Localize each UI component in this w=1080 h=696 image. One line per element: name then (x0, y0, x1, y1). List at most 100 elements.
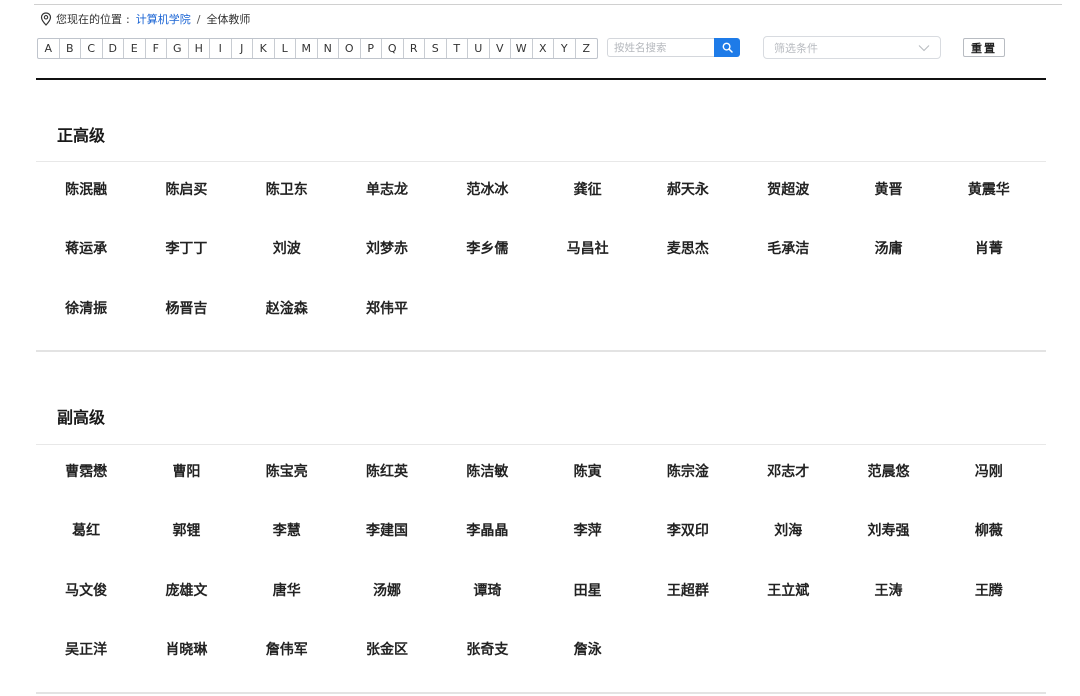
teacher-name-link[interactable]: 邓志才 (738, 441, 838, 501)
letter-filter-o[interactable]: O (339, 39, 361, 58)
teacher-name-link[interactable]: 陈寅 (537, 441, 637, 501)
breadcrumb-current: 全体教师 (206, 13, 251, 26)
teacher-name-link[interactable]: 陈宝亮 (237, 441, 337, 501)
teacher-name-link[interactable]: 范冰冰 (437, 159, 537, 219)
teacher-name-link[interactable]: 汤庸 (838, 219, 938, 279)
teacher-name-link[interactable]: 吴正洋 (36, 620, 136, 680)
teacher-name-link[interactable]: 杨晋吉 (136, 278, 236, 338)
teacher-name-link[interactable]: 柳薇 (939, 501, 1039, 561)
teacher-name-link[interactable]: 唐华 (237, 560, 337, 620)
search-button[interactable] (714, 38, 740, 57)
letter-filter-v[interactable]: V (490, 39, 511, 58)
teacher-name-link[interactable]: 冯刚 (939, 441, 1039, 501)
teacher-name-link[interactable]: 肖菁 (939, 219, 1039, 279)
teacher-name-link[interactable]: 毛承洁 (738, 219, 838, 279)
teacher-name-link[interactable]: 单志龙 (337, 159, 437, 219)
letter-filter-j[interactable]: J (232, 39, 253, 58)
teacher-name-link[interactable]: 庞雄文 (136, 560, 236, 620)
teacher-name-link[interactable]: 田星 (537, 560, 637, 620)
teacher-name-link[interactable]: 刘梦赤 (337, 219, 437, 279)
letter-filter-n[interactable]: N (318, 39, 339, 58)
letter-filter-b[interactable]: B (60, 39, 81, 58)
teacher-name-link[interactable]: 李萍 (537, 501, 637, 561)
teacher-name-link[interactable]: 陈红英 (337, 441, 437, 501)
teacher-name-link[interactable]: 龚征 (537, 159, 637, 219)
letter-filter-k[interactable]: K (253, 39, 275, 58)
letter-filter-x[interactable]: X (533, 39, 554, 58)
teacher-name-link[interactable]: 王立斌 (738, 560, 838, 620)
letter-filter-c[interactable]: C (81, 39, 103, 58)
letter-filter-e[interactable]: E (124, 39, 146, 58)
teacher-name-link[interactable]: 曹霑懋 (36, 441, 136, 501)
letter-filter-q[interactable]: Q (382, 39, 404, 58)
teacher-name-link[interactable]: 曹阳 (136, 441, 236, 501)
teacher-name-link[interactable]: 肖晓琳 (136, 620, 236, 680)
letter-filter-z[interactable]: Z (576, 39, 598, 58)
teacher-name-link[interactable]: 黄晋 (838, 159, 938, 219)
teacher-name-link[interactable]: 王腾 (939, 560, 1039, 620)
teacher-name-link[interactable]: 陈泯融 (36, 159, 136, 219)
letter-filter-m[interactable]: M (296, 39, 318, 58)
letter-filter-h[interactable]: H (189, 39, 210, 58)
name-search (607, 38, 740, 57)
teacher-name-link[interactable]: 徐清振 (36, 278, 136, 338)
breadcrumb-colon: : (126, 12, 130, 26)
teacher-name-link[interactable]: 刘波 (237, 219, 337, 279)
letter-filter-u[interactable]: U (468, 39, 490, 58)
teacher-grid-senior: 陈泯融 陈启买 陈卫东 单志龙 范冰冰 龚征 郝天永 贺超波 黄晋 黄震华蒋运承 李丁丁 刘波 刘梦赤李… (36, 159, 1046, 338)
teacher-name-link[interactable]: 张金区 (337, 620, 437, 680)
teacher-name-link[interactable]: 詹泳 (537, 620, 637, 680)
letter-filter-w[interactable]: W (511, 39, 533, 58)
teacher-name-link[interactable]: 王超群 (638, 560, 738, 620)
teacher-name-link[interactable]: 王涛 (838, 560, 938, 620)
letter-filter-r[interactable]: R (404, 39, 425, 58)
letter-filter-p[interactable]: P (361, 39, 382, 58)
teacher-name-link[interactable]: 李晶晶 (437, 501, 537, 561)
letter-filter-t[interactable]: T (447, 39, 468, 58)
letter-filter-y[interactable]: Y (554, 39, 576, 58)
filter-placeholder: 筛选条件 (774, 41, 818, 55)
teacher-name-link[interactable]: 葛红 (36, 501, 136, 561)
teacher-name-link[interactable]: 郭锂 (136, 501, 236, 561)
teacher-name-link[interactable]: 李建国 (337, 501, 437, 561)
teacher-name-link[interactable]: 郝天永 (638, 159, 738, 219)
teacher-name-link[interactable]: 马昌社 (537, 219, 637, 279)
teacher-name-link[interactable]: 李慧 (237, 501, 337, 561)
letter-filter-d[interactable]: D (103, 39, 124, 58)
teacher-name-link[interactable]: 谭琦 (437, 560, 537, 620)
teacher-name-link[interactable]: 陈洁敏 (437, 441, 537, 501)
teacher-name-link[interactable]: 郑伟平 (337, 278, 437, 338)
teacher-name-link[interactable]: 马文俊 (36, 560, 136, 620)
breadcrumb-link-college[interactable]: 计算机学院 (136, 11, 191, 27)
teacher-name-link[interactable]: 赵淦森 (237, 278, 337, 338)
teacher-name-link[interactable]: 陈卫东 (237, 159, 337, 219)
letter-filter-a[interactable]: A (38, 39, 60, 58)
teacher-name-link[interactable]: 陈启买 (136, 159, 236, 219)
teacher-name-link[interactable]: 陈宗淦 (638, 441, 738, 501)
breadcrumb-prefix: 您现在的位置 (56, 13, 122, 26)
teacher-name-link[interactable]: 贺超波 (738, 159, 838, 219)
section-title-associate: 副高级 (57, 408, 106, 427)
teacher-name-link[interactable]: 张奇支 (437, 620, 537, 680)
teacher-name-link[interactable]: 李丁丁 (136, 219, 236, 279)
teacher-name-link[interactable]: 詹伟军 (237, 620, 337, 680)
letter-filter-s[interactable]: S (425, 39, 447, 58)
letter-filter-g[interactable]: G (167, 39, 189, 58)
teacher-name-link[interactable]: 刘寿强 (838, 501, 938, 561)
search-input[interactable] (607, 38, 714, 57)
section-title-senior: 正高级 (57, 126, 106, 145)
teacher-name-link[interactable]: 刘海 (738, 501, 838, 561)
reset-button[interactable]: 重置 (963, 38, 1005, 57)
teacher-name-link[interactable]: 汤娜 (337, 560, 437, 620)
filter-select[interactable]: 筛选条件 (763, 36, 941, 59)
letter-filter-i[interactable]: I (210, 39, 232, 58)
teacher-name-link[interactable]: 李乡儒 (437, 219, 537, 279)
teacher-name-link[interactable]: 麦思杰 (638, 219, 738, 279)
teacher-name-link[interactable]: 范晨悠 (838, 441, 938, 501)
teacher-name-link[interactable]: 蒋运承 (36, 219, 136, 279)
teacher-name-link[interactable]: 黄震华 (939, 159, 1039, 219)
letter-filter-f[interactable]: F (146, 39, 167, 58)
chevron-down-icon (918, 44, 930, 51)
teacher-name-link[interactable]: 李双印 (638, 501, 738, 561)
letter-filter-l[interactable]: L (275, 39, 296, 58)
